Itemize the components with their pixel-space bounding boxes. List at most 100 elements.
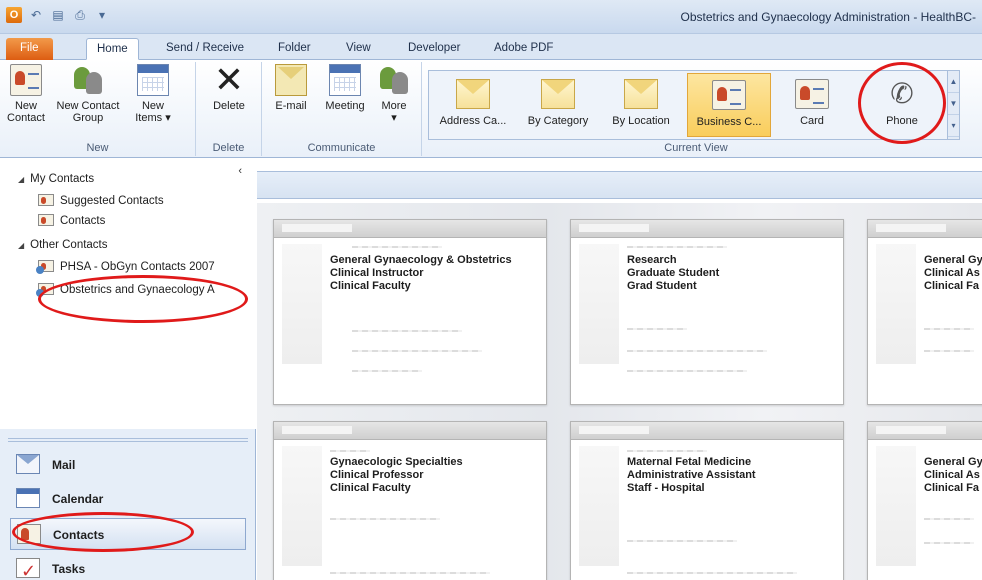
tree-heading-label: My Contacts (30, 173, 95, 185)
gallery-down-icon[interactable]: ▼ (948, 93, 959, 115)
card-photo (282, 244, 322, 364)
nav-label: Contacts (53, 528, 105, 542)
envelope-icon (456, 79, 490, 109)
tree-item-suggested-contacts[interactable]: Suggested Contacts (38, 194, 164, 207)
delete-button[interactable]: ✕ Delete (206, 59, 252, 113)
card-line: General Gy (924, 456, 982, 468)
folder-tree: ‹ ◢ My Contacts Suggested Contacts Contac… (0, 159, 256, 429)
pane-splitter[interactable] (8, 438, 248, 442)
view-label: Business C... (696, 116, 762, 128)
group-label-communicate: Communicate (307, 142, 376, 154)
new-items-button[interactable]: New Items ▾ (128, 64, 178, 124)
new-contact-group-button[interactable]: New Contact Group (52, 64, 124, 124)
view-by-category[interactable]: By Category (519, 73, 597, 137)
card-line: Gynaecologic Specialties (330, 456, 463, 468)
collapse-pane-icon[interactable]: ‹ (238, 165, 242, 177)
contacts-icon (17, 524, 41, 544)
contact-card-icon (10, 64, 42, 96)
tab-home[interactable]: Home (86, 38, 139, 60)
tree-other-contacts[interactable]: ◢ Other Contacts (18, 239, 108, 251)
search-band[interactable] (257, 171, 982, 199)
outlook-logo-icon[interactable]: O (6, 7, 22, 23)
mail-icon (16, 454, 40, 474)
group-label-delete: Delete (212, 142, 245, 154)
ribbon-group-communicate: E-mail Meeting More ▾ Communicate (262, 62, 422, 156)
card-header (274, 220, 546, 238)
business-card[interactable]: Gynaecologic Specialties Clinical Profes… (273, 421, 547, 580)
new-items-icon (137, 64, 169, 96)
business-card[interactable]: General Gynaecology & Obstetrics Clinica… (273, 219, 547, 405)
ribbon-group-new: New Contact New Contact Group New Items … (0, 62, 196, 156)
tab-adobe-pdf[interactable]: Adobe PDF (484, 38, 563, 60)
card-body: General Gy Clinical As Clinical Fa (924, 456, 982, 495)
tab-send-receive[interactable]: Send / Receive (156, 38, 254, 60)
tree-my-contacts[interactable]: ◢ My Contacts (18, 173, 94, 185)
window-title: Obstetrics and Gynaecology Administratio… (680, 10, 976, 24)
view-business-cards[interactable]: Business C... (687, 73, 771, 137)
business-card-icon (712, 80, 746, 110)
tree-item-label: PHSA - ObGyn Contacts 2007 (60, 261, 215, 273)
contacts-folder-icon (38, 194, 54, 206)
business-card[interactable]: Maternal Fetal Medicine Administrative A… (570, 421, 844, 580)
email-button[interactable]: E-mail (266, 64, 316, 112)
tree-item-label: Contacts (60, 215, 106, 227)
expand-triangle-icon[interactable]: ◢ (18, 175, 24, 184)
undo-icon[interactable]: ↶ (28, 7, 44, 23)
group-label-new: New (86, 142, 109, 154)
view-label: By Category (527, 115, 589, 127)
view-by-location[interactable]: By Location (601, 73, 681, 137)
tree-item-contacts[interactable]: Contacts (38, 214, 105, 227)
card-line: General Gy (924, 254, 982, 266)
nav-mail[interactable]: Mail (10, 449, 246, 481)
card-header (868, 422, 982, 440)
delete-label: Delete (213, 100, 245, 112)
card-line: Clinical Fa (924, 280, 980, 292)
gallery-scroll[interactable]: ▲ ▼ ▾ (947, 71, 959, 139)
card-line: Grad Student (627, 280, 697, 292)
gallery-more-icon[interactable]: ▾ (948, 115, 959, 137)
view-card[interactable]: Card (777, 73, 847, 137)
contacts-folder-icon (38, 214, 54, 226)
card-line: Clinical As (924, 469, 980, 481)
quick-access-toolbar: O ↶ ▤ ⎙ ▾ (6, 7, 110, 23)
view-phone[interactable]: ✆ Phone (859, 73, 945, 137)
expand-triangle-icon[interactable]: ◢ (18, 241, 24, 250)
card-photo (876, 446, 916, 566)
business-card[interactable]: Research Graduate Student Grad Student (570, 219, 844, 405)
tab-file[interactable]: File (6, 38, 53, 60)
new-contact-button[interactable]: New Contact (4, 64, 48, 124)
nav-contacts[interactable]: Contacts (10, 518, 246, 550)
delete-x-icon: ✕ (213, 59, 245, 100)
envelope-icon (541, 79, 575, 109)
tab-developer[interactable]: Developer (398, 38, 470, 60)
meeting-button[interactable]: Meeting (318, 64, 372, 112)
business-card[interactable]: General Gy Clinical As Clinical Fa (867, 219, 982, 405)
card-body: Gynaecologic Specialties Clinical Profes… (330, 456, 540, 495)
more-button[interactable]: More ▾ (374, 64, 414, 124)
gallery-up-icon[interactable]: ▲ (948, 71, 959, 93)
card-line: Clinical Faculty (330, 280, 411, 292)
shared-contacts-icon (36, 283, 54, 297)
view-label: By Location (612, 115, 670, 127)
nav-calendar[interactable]: Calendar (10, 483, 246, 515)
save-icon[interactable]: ▤ (50, 7, 66, 23)
nav-label: Tasks (52, 562, 86, 576)
card-line: General Gynaecology & Obstetrics (330, 254, 512, 266)
tree-item-phsa-obgyn[interactable]: PHSA - ObGyn Contacts 2007 (36, 260, 215, 274)
tree-item-label: Suggested Contacts (60, 195, 164, 207)
card-line: Research (627, 254, 677, 266)
more-label: More ▾ (381, 100, 407, 124)
card-body: Maternal Fetal Medicine Administrative A… (627, 456, 837, 495)
tab-view[interactable]: View (336, 38, 381, 60)
print-preview-icon[interactable]: ⎙ (72, 7, 88, 23)
customize-toolbar-icon[interactable]: ▾ (94, 7, 110, 23)
tree-item-obgyn-admin[interactable]: Obstetrics and Gynaecology A (36, 283, 215, 297)
tab-folder[interactable]: Folder (268, 38, 321, 60)
business-cards-area: General Gynaecology & Obstetrics Clinica… (257, 203, 982, 580)
nav-tasks[interactable]: Tasks (10, 553, 246, 580)
contacts-view: General Gynaecology & Obstetrics Clinica… (257, 159, 982, 580)
contact-group-icon (72, 64, 104, 96)
view-address-cards[interactable]: Address Ca... (431, 73, 515, 137)
business-card[interactable]: General Gy Clinical As Clinical Fa (867, 421, 982, 580)
current-view-gallery: Address Ca... By Category By Location Bu… (428, 70, 960, 140)
